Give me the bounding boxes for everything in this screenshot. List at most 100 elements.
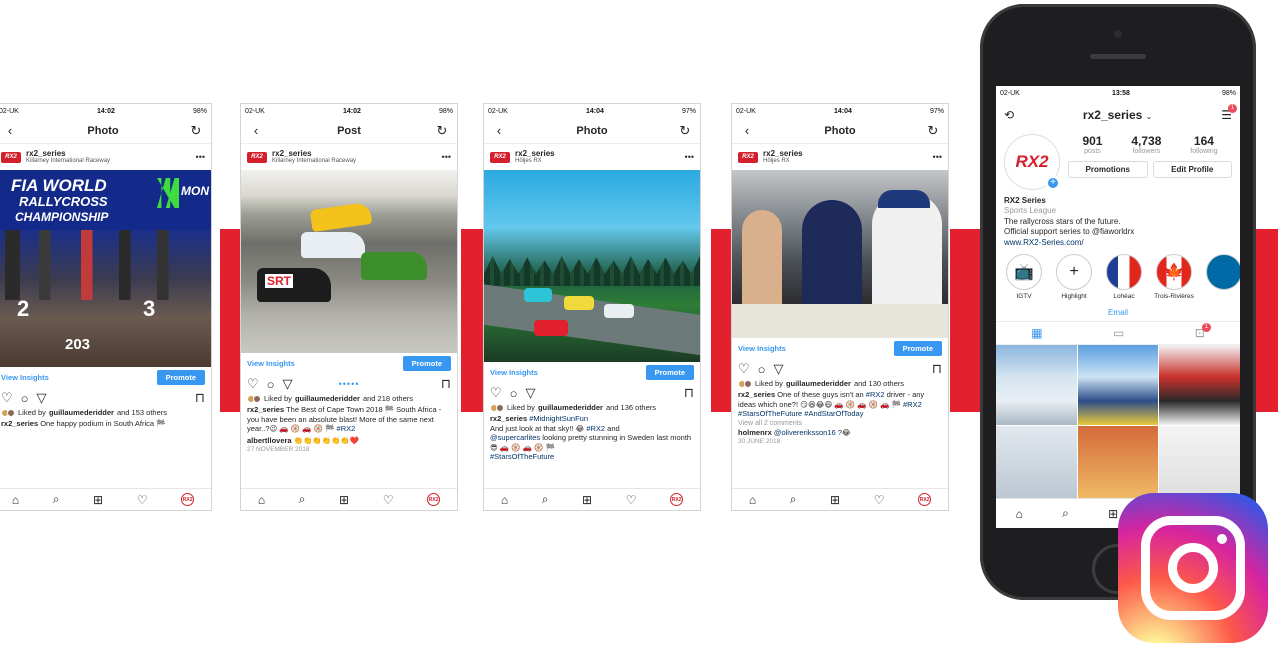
archive-icon[interactable]: ⟲ <box>1004 108 1014 122</box>
refresh-icon[interactable]: ↻ <box>189 124 203 137</box>
bookmark-icon[interactable]: ⊓ <box>684 385 694 401</box>
promote-button[interactable]: Promote <box>645 365 694 380</box>
promote-button[interactable]: Promote <box>156 370 205 385</box>
post-location[interactable]: Höljes RX <box>515 158 680 164</box>
mention-link[interactable]: @supercarlites <box>490 433 540 442</box>
email-button[interactable]: Email <box>996 300 1240 321</box>
share-icon[interactable]: ▽ <box>283 376 293 392</box>
promote-button[interactable]: Promote <box>893 341 942 356</box>
post-username[interactable]: rx2_series <box>272 149 437 158</box>
refresh-icon[interactable]: ↻ <box>678 124 692 137</box>
activity-icon[interactable]: ♡ <box>383 493 394 507</box>
comment-icon[interactable]: ○ <box>21 391 29 406</box>
following-count[interactable]: 164 following <box>1190 134 1217 155</box>
view-insights-link[interactable]: View Insights <box>490 368 538 377</box>
bookmark-icon[interactable]: ⊓ <box>441 376 451 392</box>
bookmark-icon[interactable]: ⊓ <box>195 390 205 406</box>
home-icon[interactable]: ⌂ <box>501 493 508 507</box>
caption-username[interactable]: rx2_series <box>738 390 775 399</box>
avatar[interactable]: RX2 <box>490 151 510 163</box>
like-icon[interactable]: ♡ <box>490 385 502 401</box>
back-icon[interactable]: ‹ <box>492 124 506 137</box>
search-icon[interactable]: ⌕ <box>53 492 60 507</box>
post-photo[interactable] <box>732 170 948 338</box>
more-options-icon[interactable]: ••• <box>685 152 694 162</box>
add-story-icon[interactable]: + <box>1046 176 1060 190</box>
search-icon[interactable]: ⌕ <box>542 492 549 507</box>
caption-username[interactable]: rx2_series <box>247 405 284 414</box>
avatar[interactable]: RX2 <box>1 151 21 163</box>
comment-icon[interactable]: ○ <box>758 362 766 377</box>
highlight-igtv[interactable]: 📺 IGTV <box>1004 253 1044 300</box>
list-view-icon[interactable]: ▭ <box>1113 326 1124 340</box>
profile-tab-avatar[interactable]: RX2 <box>670 493 684 506</box>
more-options-icon[interactable]: ••• <box>933 152 942 162</box>
menu-icon[interactable]: ☰ 1 <box>1221 104 1237 122</box>
post-photo[interactable]: SRT <box>241 170 457 353</box>
comment-icon[interactable]: ○ <box>267 377 275 392</box>
hashtag-link[interactable]: #RX2 <box>586 424 605 433</box>
highlight-loheac[interactable]: Lohéac <box>1104 253 1144 300</box>
website-link[interactable]: www.RX2-Series.com/ <box>1004 238 1232 248</box>
mention-link[interactable]: @olivereriksson16 <box>774 428 836 437</box>
likes-count[interactable]: and 130 others <box>854 379 904 388</box>
share-icon[interactable]: ▽ <box>774 361 784 377</box>
comment-username[interactable]: holmenrx <box>738 428 772 437</box>
post-photo[interactable]: FIA WORLD RALLYCROSS CHAMPIONSHIP MON 2 … <box>0 170 211 367</box>
edit-profile-button[interactable]: Edit Profile <box>1152 161 1232 178</box>
grid-thumbnail[interactable] <box>1077 344 1159 425</box>
likes-user[interactable]: guillaumederidder <box>295 394 360 403</box>
search-icon[interactable]: ⌕ <box>299 492 306 507</box>
new-post-icon[interactable]: ⊞ <box>582 493 592 507</box>
activity-icon[interactable]: ♡ <box>137 493 148 507</box>
profile-tab-avatar[interactable]: RX2 <box>918 493 932 506</box>
hashtag-link[interactable]: #MidnightSunFun <box>529 414 588 423</box>
likes-count[interactable]: and 153 others <box>117 408 167 417</box>
profile-avatar[interactable]: RX2 + <box>1004 134 1060 190</box>
comment-username[interactable]: albertllovera <box>247 436 292 445</box>
profile-tab-avatar[interactable]: RX2 <box>181 493 195 506</box>
share-icon[interactable]: ▽ <box>37 390 47 406</box>
new-post-icon[interactable]: ⊞ <box>93 493 103 507</box>
back-icon[interactable]: ‹ <box>249 124 263 137</box>
like-icon[interactable]: ♡ <box>1 390 13 406</box>
highlight-sweden[interactable] <box>1204 253 1240 300</box>
new-post-icon[interactable]: ⊞ <box>339 493 349 507</box>
posts-count[interactable]: 901 posts <box>1082 134 1102 155</box>
comment-icon[interactable]: ○ <box>510 386 518 401</box>
followers-count[interactable]: 4,738 followers <box>1131 134 1161 155</box>
grid-thumbnail[interactable] <box>996 344 1077 425</box>
search-icon[interactable]: ⌕ <box>1062 506 1069 521</box>
search-icon[interactable]: ⌕ <box>790 492 797 507</box>
hashtag-link[interactable]: #RX2 <box>866 390 885 399</box>
highlight-new[interactable]: + Highlight <box>1054 253 1094 300</box>
post-location[interactable]: Höljes RX <box>763 158 928 164</box>
post-username[interactable]: rx2_series <box>26 149 191 158</box>
likes-user[interactable]: guillaumederidder <box>786 379 851 388</box>
chevron-down-icon[interactable]: ⌄ <box>1146 112 1153 121</box>
grid-view-icon[interactable]: ▦ <box>1031 326 1042 340</box>
avatar[interactable]: RX2 <box>738 151 758 163</box>
more-options-icon[interactable]: ••• <box>196 152 205 162</box>
home-icon[interactable]: ⌂ <box>258 493 265 507</box>
profile-username[interactable]: rx2_series <box>1083 108 1142 122</box>
post-location[interactable]: Killarney International Raceway <box>272 158 437 164</box>
bookmark-icon[interactable]: ⊓ <box>932 361 942 377</box>
promotions-button[interactable]: Promotions <box>1068 161 1148 178</box>
activity-icon[interactable]: ♡ <box>874 493 885 507</box>
activity-icon[interactable]: ♡ <box>626 493 637 507</box>
home-icon[interactable]: ⌂ <box>749 493 756 507</box>
post-username[interactable]: rx2_series <box>763 149 928 158</box>
new-post-icon[interactable]: ⊞ <box>1108 507 1118 521</box>
more-options-icon[interactable]: ••• <box>442 152 451 162</box>
refresh-icon[interactable]: ↻ <box>435 124 449 137</box>
share-icon[interactable]: ▽ <box>526 385 536 401</box>
new-post-icon[interactable]: ⊞ <box>830 493 840 507</box>
home-icon[interactable]: ⌂ <box>1016 507 1023 521</box>
like-icon[interactable]: ♡ <box>247 376 259 392</box>
avatar[interactable]: RX2 <box>247 151 267 163</box>
likes-count[interactable]: and 136 others <box>606 403 656 412</box>
refresh-icon[interactable]: ↻ <box>926 124 940 137</box>
view-comments-link[interactable]: View all 2 comments <box>732 419 948 428</box>
post-username[interactable]: rx2_series <box>515 149 680 158</box>
